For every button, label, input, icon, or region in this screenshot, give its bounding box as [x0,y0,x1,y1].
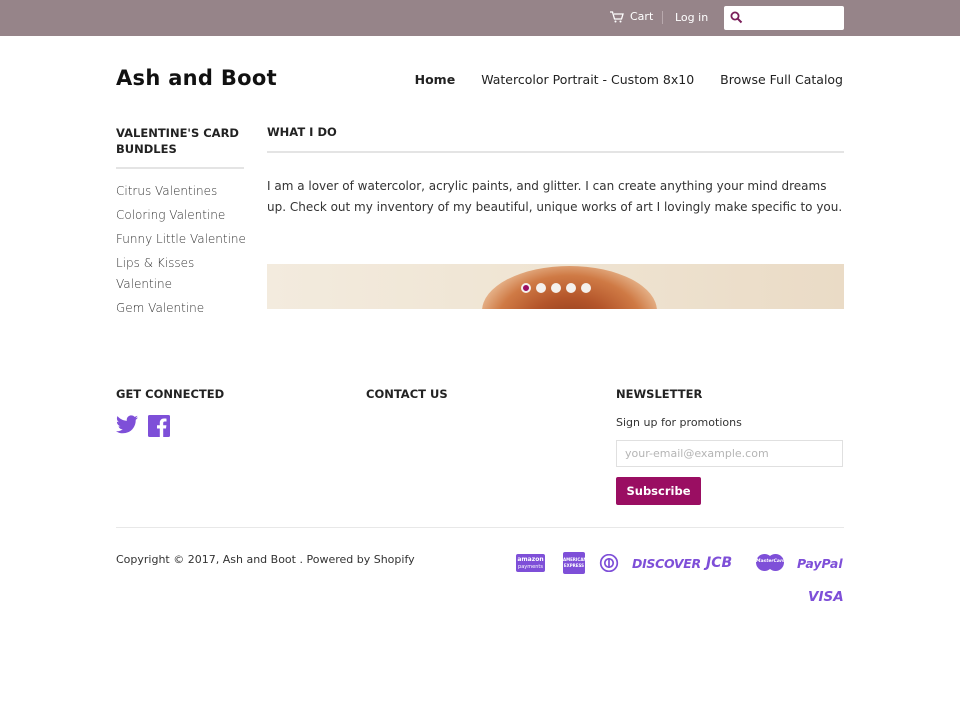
sidebar-item-lips-kisses-valentine[interactable]: Lips & Kisses Valentine [116,253,246,295]
sidebar-item-gem-valentine[interactable]: Gem Valentine [116,298,246,319]
facebook-icon[interactable] [148,415,170,441]
top-bar: Cart Log in [0,0,960,36]
nav-item-browse-catalog[interactable]: Browse Full Catalog [720,72,843,87]
american-express-icon: AMERICAN EXPRESS [563,552,587,574]
shop-name-link[interactable]: Ash and Boot [223,553,296,566]
slideshow-dots [521,283,591,293]
sidebar-list: Citrus Valentines Coloring Valentine Fun… [116,181,246,322]
slide-dot-3[interactable] [551,283,561,293]
main-nav: Home Watercolor Portrait - Custom 8x10 B… [415,72,843,87]
get-connected-heading: Get Connected [116,387,225,401]
sidebar-divider [116,167,244,169]
site-logo[interactable]: Ash and Boot [116,66,277,90]
intro-text: I am a lover of watercolor, acrylic pain… [267,179,843,214]
sidebar-item-funny-little-valentine[interactable]: Funny Little Valentine [116,229,246,250]
copyright-prefix: Copyright © 2017, [116,553,220,566]
slide-dot-2[interactable] [536,283,546,293]
newsletter-heading: Newsletter [616,387,703,401]
jcb-icon: JCB [706,555,733,571]
sidebar-item-coloring-valentine[interactable]: Coloring Valentine [116,205,246,226]
slide-dot-5[interactable] [581,283,591,293]
nav-item-watercolor-portrait[interactable]: Watercolor Portrait - Custom 8x10 [481,72,694,87]
subscribe-button[interactable]: Subscribe [616,477,701,505]
cart-link[interactable]: Cart [610,10,653,23]
email-field[interactable] [616,440,843,467]
contact-us-heading: Contact Us [366,387,448,401]
visa-icon: VISA [808,589,844,605]
hero-slideshow[interactable] [267,264,844,309]
slide-dot-1[interactable] [521,283,531,293]
title-divider [267,151,844,153]
amazon-payments-icon: amazon payments [516,554,545,572]
paypal-icon: PayPal [797,556,843,571]
mastercard-icon: MasterCard [756,554,785,571]
footer-divider [116,527,844,528]
page-title: What I Do [267,125,337,139]
slide-dot-4[interactable] [566,283,576,293]
cart-icon [610,10,624,23]
sidebar-title: Valentine's Card Bundles [116,126,239,156]
nav-item-home[interactable]: Home [415,72,456,87]
twitter-icon[interactable] [116,415,138,441]
newsletter-text: Sign up for promotions [616,416,742,429]
powered-by: . Powered by Shopify [299,553,415,566]
copyright: Copyright © 2017, Ash and Boot . Powered… [116,553,415,566]
sidebar-item-citrus-valentines[interactable]: Citrus Valentines [116,181,246,202]
discover-icon: DISCOVER [632,556,701,571]
login-link[interactable]: Log in [675,11,708,24]
diners-club-icon [599,553,619,576]
cart-label: Cart [630,10,654,23]
nav-separator [662,11,663,24]
search-input[interactable] [746,9,840,27]
search-box[interactable] [724,6,844,30]
social-links [116,415,170,441]
